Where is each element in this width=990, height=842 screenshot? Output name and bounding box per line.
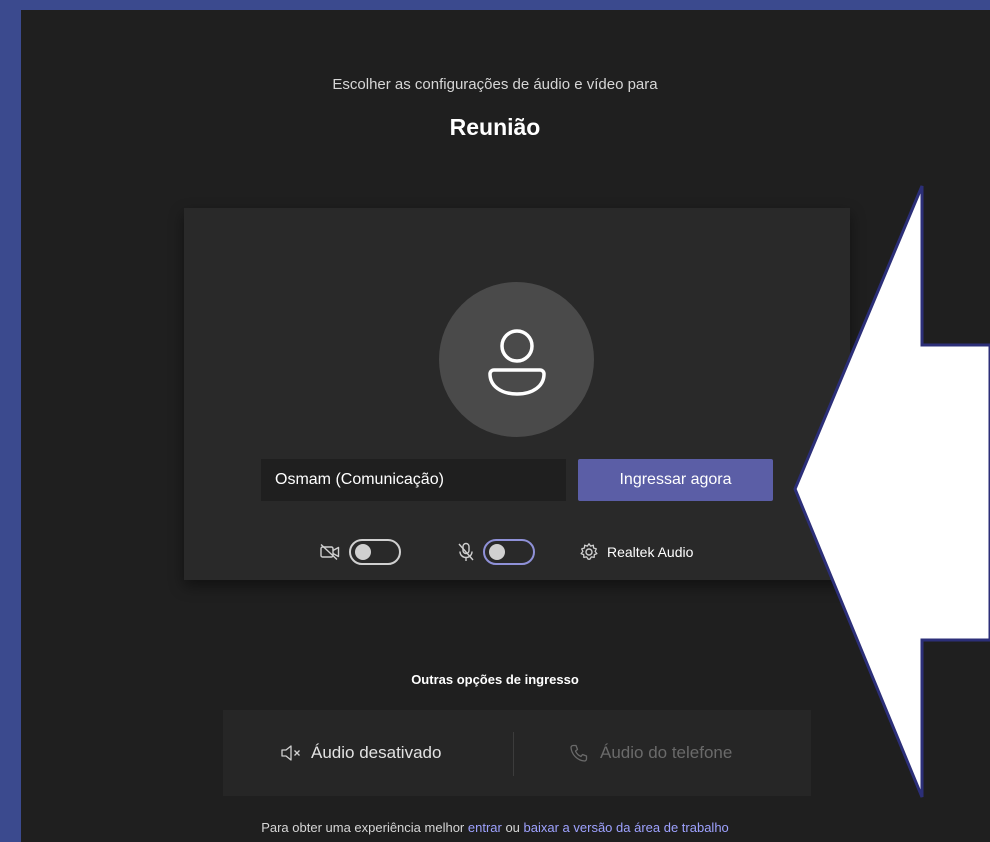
phone-audio-label: Áudio do telefone — [600, 743, 733, 762]
signin-link[interactable]: entrar — [468, 820, 502, 835]
download-desktop-link[interactable]: baixar a versão da área de trabalho — [524, 820, 729, 835]
footer-text: Para obter uma experiência melhor entrar… — [0, 820, 990, 835]
phone-icon — [570, 744, 588, 762]
footer-prefix: Para obter uma experiência melhor — [261, 820, 468, 835]
other-options-title: Outras opções de ingresso — [411, 672, 579, 687]
speaker-off-icon — [281, 745, 300, 761]
phone-audio-option[interactable]: Áudio do telefone — [568, 710, 732, 796]
options-divider — [513, 732, 514, 776]
footer-middle: ou — [501, 820, 524, 835]
other-join-options: Áudio desativado Áudio do telefone — [223, 710, 811, 796]
audio-off-option[interactable]: Áudio desativado — [279, 710, 441, 796]
audio-off-label: Áudio desativado — [311, 743, 442, 762]
